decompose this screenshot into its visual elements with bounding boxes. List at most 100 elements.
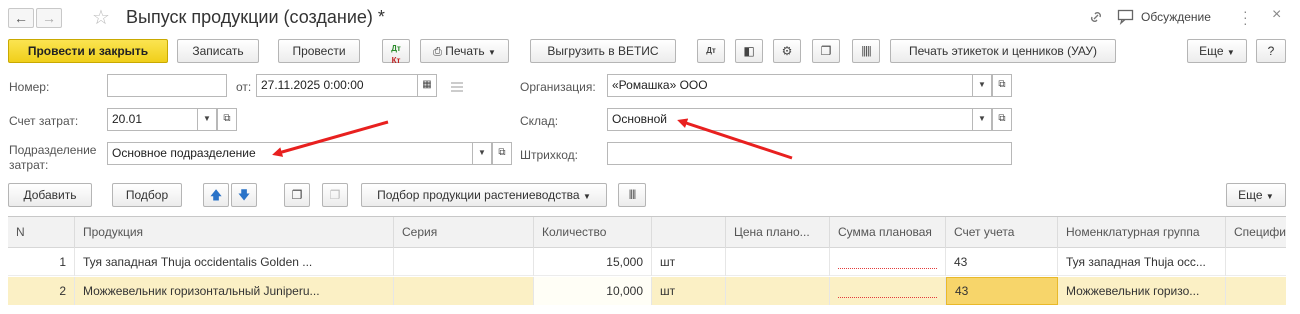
cell-unit[interactable]: шт bbox=[652, 277, 726, 305]
move-down-button[interactable]: 🡇 bbox=[231, 183, 257, 207]
column-header-n[interactable]: N bbox=[8, 217, 75, 248]
calendar-button[interactable]: ▦ bbox=[417, 74, 437, 97]
dt-kt-report-icon[interactable]: Дт bbox=[697, 39, 725, 63]
cell-planned-price[interactable] bbox=[726, 248, 830, 276]
help-button[interactable]: ? bbox=[1256, 39, 1286, 63]
date-field[interactable]: 27.11.2025 0:00:00 bbox=[256, 74, 418, 97]
dt-icon: Дт bbox=[391, 44, 401, 53]
copy-button[interactable]: ❐ bbox=[284, 183, 310, 207]
organization-open-button[interactable]: ⧉ bbox=[992, 74, 1012, 97]
barcode-field[interactable] bbox=[607, 142, 1012, 165]
column-header-account[interactable]: Счет учета bbox=[946, 217, 1058, 248]
discussion-link[interactable]: Обсуждение bbox=[1141, 10, 1211, 24]
cell-account-active[interactable]: 43 bbox=[946, 277, 1058, 305]
save-button[interactable]: Записать bbox=[177, 39, 259, 63]
column-header-unit[interactable] bbox=[652, 217, 726, 248]
link-icon[interactable] bbox=[1088, 9, 1104, 25]
post-and-close-button[interactable]: Провести и закрыть bbox=[8, 39, 168, 63]
table-more-label: Еще bbox=[1238, 188, 1263, 202]
move-up-button[interactable]: 🡅 bbox=[203, 183, 229, 207]
division-dropdown-button[interactable]: ▼ bbox=[472, 142, 492, 165]
arrow-right-icon: → bbox=[42, 10, 56, 26]
table-more-button[interactable]: Еще ▼ bbox=[1226, 183, 1286, 207]
cell-quantity[interactable]: 10,000 bbox=[534, 277, 652, 305]
column-header-quantity[interactable]: Количество bbox=[534, 217, 652, 248]
back-button[interactable]: ← bbox=[8, 8, 34, 28]
column-header-series[interactable]: Серия bbox=[394, 217, 534, 248]
close-icon[interactable]: × bbox=[1272, 6, 1281, 24]
print-labels-button[interactable]: Печать этикеток и ценников (УАУ) bbox=[890, 39, 1116, 63]
print-button[interactable]: ⎙ Печать ▼ bbox=[420, 39, 509, 63]
chevron-down-icon: ▼ bbox=[978, 114, 986, 123]
cell-series[interactable] bbox=[394, 277, 534, 305]
column-header-product[interactable]: Продукция bbox=[75, 217, 394, 248]
date-from-label: от: bbox=[236, 80, 252, 94]
column-header-specification[interactable]: Специфи bbox=[1226, 217, 1286, 248]
warehouse-field[interactable]: Основной bbox=[607, 108, 973, 131]
open-icon: ⧉ bbox=[498, 147, 506, 158]
barcode-icon[interactable]: ||||| bbox=[852, 39, 880, 63]
organization-label: Организация: bbox=[520, 80, 596, 94]
warehouse-open-button[interactable]: ⧉ bbox=[992, 108, 1012, 131]
add-row-button[interactable]: Добавить bbox=[8, 183, 92, 207]
number-label: Номер: bbox=[9, 80, 50, 94]
dt-kt-button[interactable]: Дт Кт bbox=[382, 39, 410, 65]
paste-button[interactable]: ❐ bbox=[322, 183, 348, 207]
column-header-planned-sum[interactable]: Сумма плановая bbox=[830, 217, 946, 248]
cell-specification[interactable] bbox=[1226, 277, 1286, 305]
arrow-down-icon: 🡇 bbox=[237, 188, 251, 202]
comment-icon[interactable] bbox=[450, 81, 464, 92]
warehouse-label: Склад: bbox=[520, 114, 559, 128]
post-button[interactable]: Провести bbox=[278, 39, 360, 63]
chevron-down-icon: ▼ bbox=[203, 114, 211, 123]
phone-scan-icon[interactable]: ◧ bbox=[735, 39, 763, 63]
cell-n: 2 bbox=[8, 277, 75, 305]
cell-quantity[interactable]: 15,000 bbox=[534, 248, 652, 276]
number-field[interactable] bbox=[107, 74, 227, 97]
cost-account-open-button[interactable]: ⧉ bbox=[217, 108, 237, 131]
cell-planned-sum[interactable] bbox=[830, 248, 946, 276]
chevron-down-icon: ▼ bbox=[1226, 48, 1235, 57]
organization-dropdown-button[interactable]: ▼ bbox=[972, 74, 992, 97]
cell-specification[interactable] bbox=[1226, 248, 1286, 276]
chat-icon bbox=[1117, 9, 1135, 25]
warehouse-dropdown-button[interactable]: ▼ bbox=[972, 108, 992, 131]
cost-account-label: Счет затрат: bbox=[9, 114, 79, 128]
chevron-down-icon: ▼ bbox=[487, 48, 496, 57]
cell-nomenclature-group[interactable]: Туя западная Thuja occ... bbox=[1058, 248, 1226, 276]
table-row[interactable]: 1 Туя западная Thuja occidentalis Golden… bbox=[8, 248, 1286, 276]
cost-account-field[interactable]: 20.01 bbox=[107, 108, 198, 131]
forward-button[interactable]: → bbox=[36, 8, 62, 28]
cell-unit[interactable]: шт bbox=[652, 248, 726, 276]
cell-series[interactable] bbox=[394, 248, 534, 276]
more-vert-icon[interactable]: · · · bbox=[1243, 4, 1248, 30]
division-label-line1: Подразделение bbox=[9, 143, 97, 157]
cell-account[interactable]: 43 bbox=[946, 248, 1058, 276]
organization-field[interactable]: «Ромашка» ООО bbox=[607, 74, 973, 97]
required-underline bbox=[838, 268, 937, 269]
table-row-selected[interactable]: 2 Можжевельник горизонтальный Juniperu..… bbox=[8, 277, 1286, 305]
scan-barcode-button[interactable]: |||| bbox=[618, 183, 646, 207]
cell-planned-sum[interactable] bbox=[830, 277, 946, 305]
page-title: Выпуск продукции (создание) * bbox=[126, 7, 385, 27]
division-field[interactable]: Основное подразделение bbox=[107, 142, 473, 165]
column-header-nomenclature-group[interactable]: Номенклатурная группа bbox=[1058, 217, 1226, 248]
cell-nomenclature-group[interactable]: Можжевельник горизо... bbox=[1058, 277, 1226, 305]
cost-account-dropdown-button[interactable]: ▼ bbox=[197, 108, 217, 131]
export-vetis-button[interactable]: Выгрузить в ВЕТИС bbox=[530, 39, 676, 63]
crop-select-button[interactable]: Подбор продукции растениеводства ▼ bbox=[361, 183, 607, 207]
documents-icon[interactable]: ❐ bbox=[812, 39, 840, 63]
barcode-scan-icon: |||| bbox=[628, 189, 636, 200]
cell-product[interactable]: Туя западная Thuja occidentalis Golden .… bbox=[75, 248, 394, 276]
more-button[interactable]: Еще ▼ bbox=[1187, 39, 1247, 63]
cell-planned-price[interactable] bbox=[726, 277, 830, 305]
calendar-icon: ▦ bbox=[422, 79, 432, 90]
division-open-button[interactable]: ⧉ bbox=[492, 142, 512, 165]
gears-icon[interactable]: ⚙ bbox=[773, 39, 801, 63]
select-button[interactable]: Подбор bbox=[112, 183, 182, 207]
kt-icon: Кт bbox=[391, 56, 401, 65]
cell-product[interactable]: Можжевельник горизонтальный Juniperu... bbox=[75, 277, 394, 305]
column-header-planned-price[interactable]: Цена плано... bbox=[726, 217, 830, 248]
favorite-star-icon[interactable]: ☆ bbox=[92, 5, 110, 30]
open-icon: ⧉ bbox=[223, 113, 231, 124]
